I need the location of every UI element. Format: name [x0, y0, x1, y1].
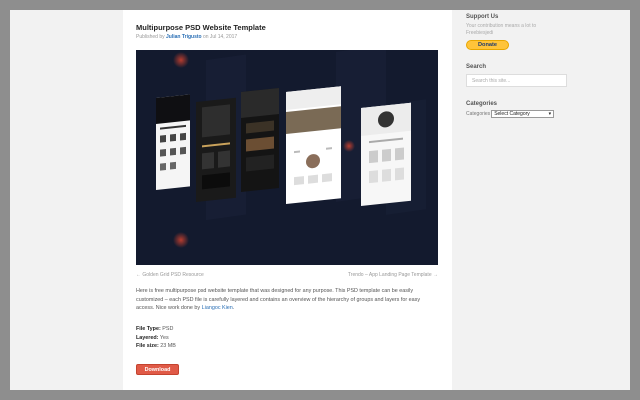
- categories-selected: Select Category: [494, 111, 530, 117]
- byline-prefix: Published by: [136, 34, 167, 40]
- byline-date: on Jul 14, 2017: [201, 34, 238, 40]
- template-mockup-illustration: [136, 50, 438, 265]
- file-type-value: PSD: [162, 326, 174, 332]
- main-content: Multipurpose PSD Website Template Publis…: [123, 10, 452, 390]
- sidebar: Support Us Your contribution means a lot…: [466, 14, 606, 118]
- author-credit-link[interactable]: Liangoc Kien: [202, 305, 233, 311]
- search-widget-title: Search: [466, 64, 487, 70]
- categories-widget-title: Categories: [466, 101, 498, 107]
- description-end: .: [232, 305, 235, 312]
- author-link[interactable]: Julian Trigusto: [166, 34, 202, 40]
- categories-dropdown[interactable]: Select Category ▾: [491, 110, 555, 118]
- file-size-label: File size:: [136, 343, 159, 350]
- categories-label: Categories: [466, 111, 491, 117]
- next-post-link[interactable]: Trendo – App Landing Page Template →: [348, 272, 438, 278]
- categories-row: Categories Select Category ▾: [466, 110, 606, 118]
- file-size-value: 23 MB: [160, 343, 176, 350]
- previous-post-link[interactable]: ← Golden Grid PSD Resource: [136, 272, 204, 278]
- search-input[interactable]: Search this site...: [466, 74, 567, 87]
- post-title: Multipurpose PSD Website Template: [136, 23, 266, 32]
- hero-image: [136, 50, 438, 265]
- description-text: Here is free multipurpose psd website te…: [136, 288, 421, 312]
- chevron-down-icon: ▾: [548, 111, 552, 117]
- post-description: Here is free multipurpose psd website te…: [136, 287, 436, 313]
- byline: Published by Julian Trigusto on Jul 14, …: [136, 34, 237, 40]
- layered-label: Layered:: [136, 334, 159, 341]
- donate-button[interactable]: Donate: [466, 40, 509, 50]
- file-details: File Type: PSD Layered: Yes File size: 2…: [136, 325, 176, 351]
- support-widget-text: Your contribution means a lot to Freebie…: [466, 23, 537, 36]
- layered-value: Yes: [159, 334, 169, 341]
- support-widget-title: Support Us: [466, 14, 499, 20]
- file-type-label: File Type:: [136, 326, 161, 332]
- download-button[interactable]: Download: [136, 364, 179, 375]
